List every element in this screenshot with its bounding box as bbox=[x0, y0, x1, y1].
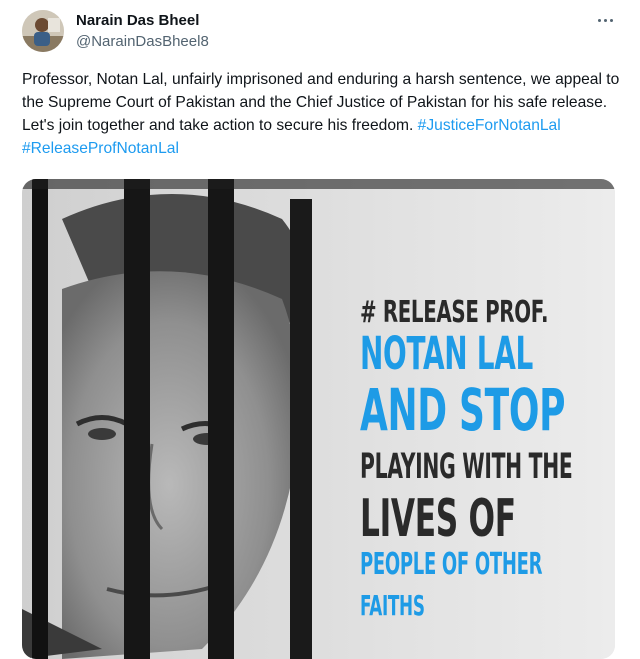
poster-line-1: # RELEASE PROF. bbox=[360, 295, 549, 330]
hashtag-justice[interactable]: #JusticeForNotanLal bbox=[418, 117, 561, 134]
poster-line-7: FAITHS bbox=[360, 589, 425, 622]
poster-line-3: AND STOP bbox=[360, 376, 566, 444]
user-handle[interactable]: @NarainDasBheel8 bbox=[76, 33, 209, 50]
tweet-text: Professor, Notan Lal, unfairly imprisone… bbox=[22, 68, 622, 160]
tweet-image[interactable]: # RELEASE PROF. NOTAN LAL AND STOP PLAYI… bbox=[22, 179, 615, 659]
poster-line-4: PLAYING WITH THE bbox=[360, 447, 573, 487]
poster-line-2: NOTAN LAL bbox=[360, 327, 533, 380]
poster-line-6: PEOPLE OF OTHER bbox=[360, 547, 543, 582]
avatar[interactable] bbox=[22, 10, 64, 52]
poster-line-5: LIVES OF bbox=[360, 489, 516, 549]
more-dots-icon[interactable] bbox=[592, 10, 618, 30]
display-name[interactable]: Narain Das Bheel bbox=[76, 12, 199, 29]
hashtag-release[interactable]: #ReleaseProfNotanLal bbox=[22, 140, 179, 157]
tweet: Narain Das Bheel @NarainDasBheel8 Profes… bbox=[0, 0, 640, 659]
avatar-image bbox=[22, 10, 64, 52]
